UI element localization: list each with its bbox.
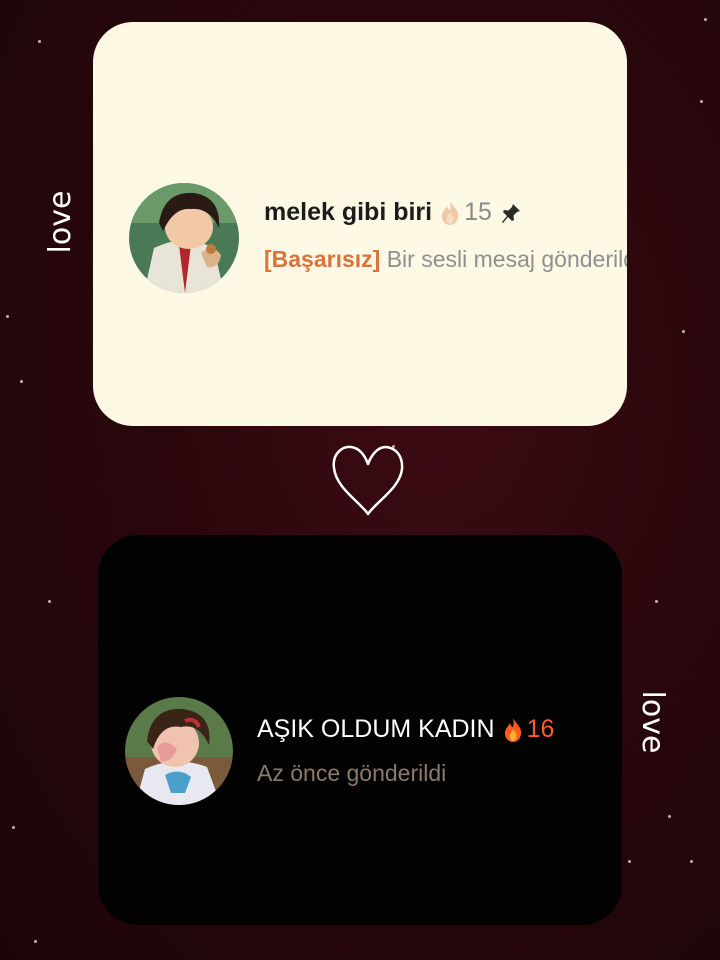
contact-name: AŞIK OLDUM KADIN [257, 715, 495, 743]
fire-icon [440, 200, 460, 226]
sparkle [690, 860, 693, 863]
chat-name: melek gibi biri 15 [264, 198, 522, 227]
contact-name: melek gibi biri [264, 198, 433, 226]
sparkle [6, 315, 9, 318]
streak-count: 15 [464, 198, 492, 226]
sparkle [48, 600, 51, 603]
avatar-image [125, 697, 233, 805]
avatar[interactable] [129, 183, 239, 293]
avatar-image [129, 183, 239, 293]
preview-text: Bir sesli mesaj gönderildi [386, 246, 627, 272]
sparkle [704, 18, 707, 21]
sparkle [38, 40, 41, 43]
sparkle [20, 380, 23, 383]
love-label-bottom: love [635, 690, 670, 754]
chat-preview: Az önce gönderildi [257, 760, 447, 786]
sparkle [700, 100, 703, 103]
love-label-top: love [43, 190, 78, 254]
heart-icon [332, 445, 404, 516]
chat-card-asik[interactable]: AŞIK OLDUM KADIN 16 Az önce gönderildi [98, 535, 622, 925]
sparkle [628, 860, 631, 863]
failed-status: [Başarısız] [264, 246, 381, 272]
fire-icon [503, 717, 523, 743]
chat-name: AŞIK OLDUM KADIN 16 [257, 715, 554, 744]
pin-icon [500, 202, 522, 224]
chat-card-melek[interactable]: melek gibi biri 15 [Başarısız] Bir sesli… [93, 22, 627, 426]
streak-count: 16 [526, 715, 555, 743]
sparkle [655, 600, 658, 603]
sparkle [682, 330, 685, 333]
sparkle [34, 940, 37, 943]
sparkle [668, 815, 671, 818]
chat-preview: [Başarısız] Bir sesli mesaj gönderildi [264, 246, 627, 273]
sparkle [12, 826, 15, 829]
avatar[interactable] [125, 697, 233, 805]
